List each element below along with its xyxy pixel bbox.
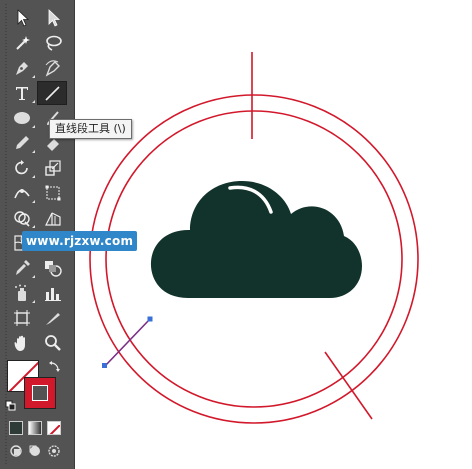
lasso-tool[interactable] (38, 31, 68, 55)
lasso-icon (46, 35, 62, 51)
draw-normal-button[interactable] (7, 442, 25, 460)
none-slash-icon (49, 424, 60, 434)
none-mode-button[interactable] (47, 421, 61, 435)
free-transform-tool[interactable] (38, 181, 68, 205)
blend-tool[interactable] (38, 256, 68, 280)
flyout-indicator-icon (32, 175, 35, 178)
artboard-tool[interactable] (7, 306, 37, 330)
eyedropper-icon (16, 260, 30, 275)
symbol-sprayer-tool[interactable] (7, 281, 37, 305)
direct-selection-arrow-icon (48, 9, 61, 27)
zoom-tool[interactable] (38, 331, 68, 355)
line-segment-tool[interactable] (37, 81, 67, 105)
line-segment-tool-tooltip: 直线段工具 (\) (49, 119, 132, 139)
draw-behind-icon (29, 445, 40, 456)
watermark-text: www.rjzxw.com (26, 234, 134, 248)
selection-arrow-icon (17, 9, 30, 27)
zoom-magnifier-icon (45, 335, 61, 351)
shape-builder-icon (14, 211, 30, 227)
anchor-point-end[interactable] (147, 316, 153, 322)
column-graph-tool[interactable] (38, 281, 68, 305)
direct-selection-tool[interactable] (38, 6, 68, 30)
draw-inside-button[interactable] (45, 442, 63, 460)
magic-wand-tool[interactable] (7, 31, 37, 55)
draw-normal-icon (10, 445, 22, 457)
swap-fill-stroke-icon[interactable] (49, 360, 61, 372)
column-graph-icon (45, 288, 61, 301)
perspective-grid-tool[interactable] (38, 206, 68, 230)
flyout-indicator-icon (32, 200, 35, 203)
ellipse-tool[interactable] (7, 106, 37, 130)
line-segment-icon (45, 86, 60, 101)
type-tool[interactable] (7, 81, 37, 105)
slice-knife-icon (46, 313, 60, 325)
curvature-tool[interactable] (38, 56, 68, 80)
free-transform-icon (45, 185, 61, 201)
pencil-tool[interactable] (7, 131, 37, 155)
artboard-icon (14, 310, 30, 326)
color-mode-button[interactable] (9, 421, 23, 435)
perspective-grid-icon (45, 212, 61, 226)
selection-tool[interactable] (7, 6, 37, 30)
stroke-swatch[interactable] (24, 377, 56, 409)
anchor-point-start[interactable] (102, 363, 107, 368)
shape-builder-tool[interactable] (7, 206, 37, 230)
tooltip-text: 直线段工具 (\) (55, 122, 126, 135)
width-icon (14, 189, 30, 199)
magic-wand-icon (16, 36, 30, 50)
cloud-shape[interactable] (150, 181, 362, 298)
purple-line-segment[interactable] (104, 318, 151, 367)
draw-inside-icon (48, 445, 60, 457)
ellipse-icon (14, 112, 30, 124)
width-tool[interactable] (7, 181, 37, 205)
rotate-icon (15, 160, 28, 175)
eyedropper-tool[interactable] (7, 256, 37, 280)
gradient-mode-button[interactable] (28, 421, 42, 435)
flyout-indicator-icon (32, 300, 35, 303)
hand-icon (14, 335, 25, 351)
pen-tool[interactable] (7, 56, 37, 80)
type-T-icon (16, 87, 28, 100)
curvature-pen-icon (45, 60, 60, 77)
flyout-indicator-icon (32, 225, 35, 228)
blend-icon (45, 261, 62, 277)
flyout-indicator-icon (32, 125, 35, 128)
rotate-tool[interactable] (7, 156, 37, 180)
pencil-icon (16, 136, 29, 149)
scale-icon (45, 160, 61, 176)
hand-tool[interactable] (7, 331, 37, 355)
flyout-indicator-icon (32, 150, 35, 153)
site-watermark: www.rjzxw.com (22, 231, 138, 251)
flyout-indicator-icon (32, 275, 35, 278)
slice-tool[interactable] (38, 306, 68, 330)
flyout-indicator-icon (32, 100, 35, 103)
draw-behind-button[interactable] (26, 442, 44, 460)
default-colors-icon[interactable] (5, 400, 17, 412)
flyout-indicator-icon (32, 75, 35, 78)
pen-nib-icon (16, 62, 28, 75)
scale-tool[interactable] (38, 156, 68, 180)
symbol-sprayer-icon (15, 284, 26, 301)
